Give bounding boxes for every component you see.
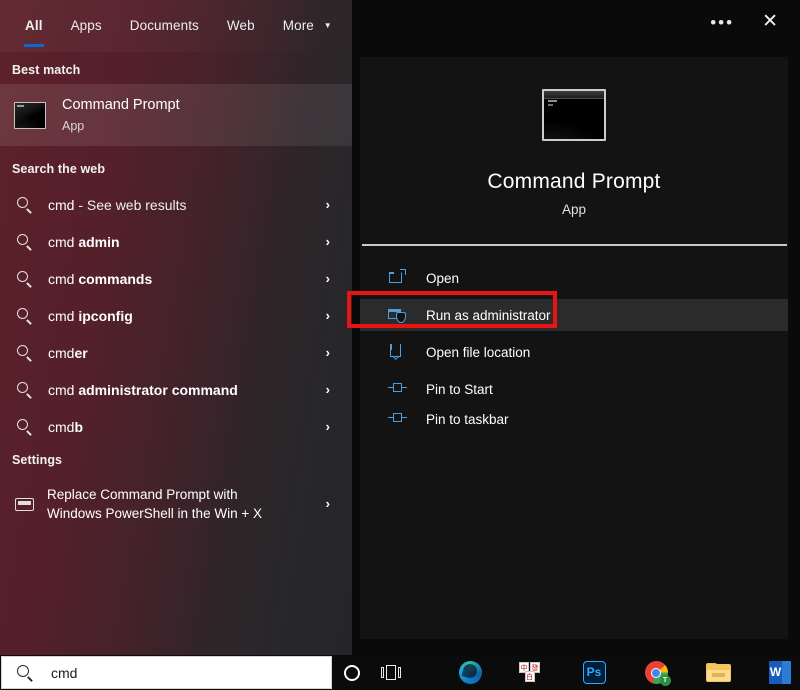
search-the-web-header: Search the web (12, 162, 106, 176)
search-icon (16, 381, 33, 399)
action-open-file-location[interactable]: Open file location (360, 336, 788, 368)
web-result-cmdb[interactable]: cmdb › (0, 408, 352, 445)
photoshop-icon[interactable]: Ps (574, 655, 614, 690)
microsoft-word-icon[interactable]: W (760, 655, 800, 690)
web-result-label: cmdb (48, 418, 84, 435)
file-explorer-icon[interactable] (698, 655, 738, 690)
tab-web[interactable]: Web (214, 12, 268, 40)
shield-window-icon (388, 305, 410, 325)
chevron-right-icon: › (325, 496, 330, 511)
search-icon (16, 307, 33, 325)
tab-web-label: Web (226, 18, 255, 33)
folder-location-icon (388, 342, 410, 362)
best-match-header: Best match (12, 63, 81, 77)
tab-documents[interactable]: Documents (117, 12, 212, 40)
search-filter-tabs: All Apps Documents Web More ▼ (0, 0, 352, 52)
web-result-label: cmd admin (48, 233, 120, 250)
action-open-file-location-label: Open file location (426, 344, 531, 360)
web-result-cmd-administrator-command[interactable]: cmd administrator command › (0, 371, 352, 408)
action-run-as-administrator-label: Run as administrator (426, 307, 551, 323)
settings-keyboard-icon (15, 497, 34, 511)
action-pin-to-start[interactable]: Pin to Start (360, 373, 788, 405)
tab-more[interactable]: More ▼ (270, 12, 345, 40)
tab-more-label: More (282, 18, 314, 33)
chevron-right-icon: › (325, 308, 330, 323)
settings-header: Settings (12, 453, 63, 467)
web-result-cmd-see-web-results[interactable]: cmd - See web results › (0, 186, 352, 223)
taskbar: cmd 中發白 Ps T W (0, 655, 800, 690)
action-pin-to-start-label: Pin to Start (426, 381, 493, 397)
action-open-label: Open (426, 270, 460, 286)
web-result-cmd-admin[interactable]: cmd admin › (0, 223, 352, 260)
preview-hero: Command Prompt App (360, 57, 788, 244)
search-icon (16, 344, 33, 362)
tab-all-label: All (25, 18, 43, 33)
web-result-label: cmd administrator command (48, 381, 238, 398)
close-icon[interactable]: ✕ (748, 6, 800, 40)
google-chrome-icon[interactable]: T (636, 655, 676, 690)
search-input[interactable]: cmd (1, 656, 332, 689)
chevron-right-icon: › (325, 345, 330, 360)
cortana-icon[interactable] (332, 655, 372, 690)
web-result-label: cmd commands (48, 270, 153, 287)
search-icon (16, 664, 34, 682)
web-result-cmder[interactable]: cmder › (0, 334, 352, 371)
search-icon (16, 196, 33, 214)
action-pin-to-taskbar-label: Pin to taskbar (426, 411, 509, 427)
search-icon (16, 418, 33, 436)
action-run-as-administrator[interactable]: Run as administrator (360, 299, 788, 331)
tab-apps[interactable]: Apps (58, 12, 115, 40)
mahjong-icon[interactable]: 中發白 (512, 655, 552, 690)
web-result-cmd-ipconfig[interactable]: cmd ipconfig › (0, 297, 352, 334)
window-controls: ••• ✕ (696, 0, 800, 45)
preview-app-type: App (561, 202, 587, 217)
best-match-title: Command Prompt (62, 97, 180, 114)
preview-app-title: Command Prompt (487, 170, 661, 193)
search-input-value: cmd (51, 664, 78, 681)
search-icon (16, 270, 33, 288)
settings-result-replace-command-prompt[interactable]: Replace Command Prompt with Windows Powe… (0, 478, 352, 530)
best-match-subtitle: App (62, 118, 85, 133)
tab-all[interactable]: All (12, 12, 56, 47)
settings-result-label: Replace Command Prompt with Windows Powe… (47, 486, 262, 521)
command-prompt-icon (14, 101, 46, 129)
chevron-right-icon: › (325, 419, 330, 434)
more-options-icon[interactable]: ••• (696, 12, 748, 34)
web-result-cmd-commands[interactable]: cmd commands › (0, 260, 352, 297)
tab-documents-label: Documents (129, 18, 199, 33)
preview-divider (362, 244, 787, 246)
web-result-label: cmd ipconfig (48, 307, 133, 324)
best-match-command-prompt[interactable]: Command Prompt App (0, 84, 352, 146)
web-result-label: cmd - See web results (48, 196, 187, 213)
chevron-right-icon: › (325, 271, 330, 286)
microsoft-edge-icon[interactable] (450, 655, 490, 690)
action-open[interactable]: Open (360, 262, 788, 294)
tab-active-underline (24, 44, 44, 47)
chevron-right-icon: › (325, 197, 330, 212)
web-result-label: cmder (48, 344, 88, 361)
open-icon (388, 268, 410, 288)
chevron-right-icon: › (325, 382, 330, 397)
start-menu-search-screen: All Apps Documents Web More ▼ Best match… (0, 0, 800, 690)
chevron-down-icon: ▼ (323, 21, 332, 30)
app-preview-panel: Command Prompt App Open Run as administr… (360, 57, 788, 639)
action-pin-to-taskbar[interactable]: Pin to taskbar (360, 403, 788, 435)
tab-apps-label: Apps (70, 18, 102, 33)
command-prompt-large-icon (542, 89, 606, 141)
best-match-text: Command Prompt App (62, 96, 180, 134)
chevron-right-icon: › (325, 234, 330, 249)
search-icon (16, 233, 33, 251)
pin-icon (388, 409, 410, 429)
task-view-icon[interactable] (372, 655, 412, 690)
search-results-panel: All Apps Documents Web More ▼ Best match… (0, 0, 352, 655)
pin-icon (388, 379, 410, 399)
